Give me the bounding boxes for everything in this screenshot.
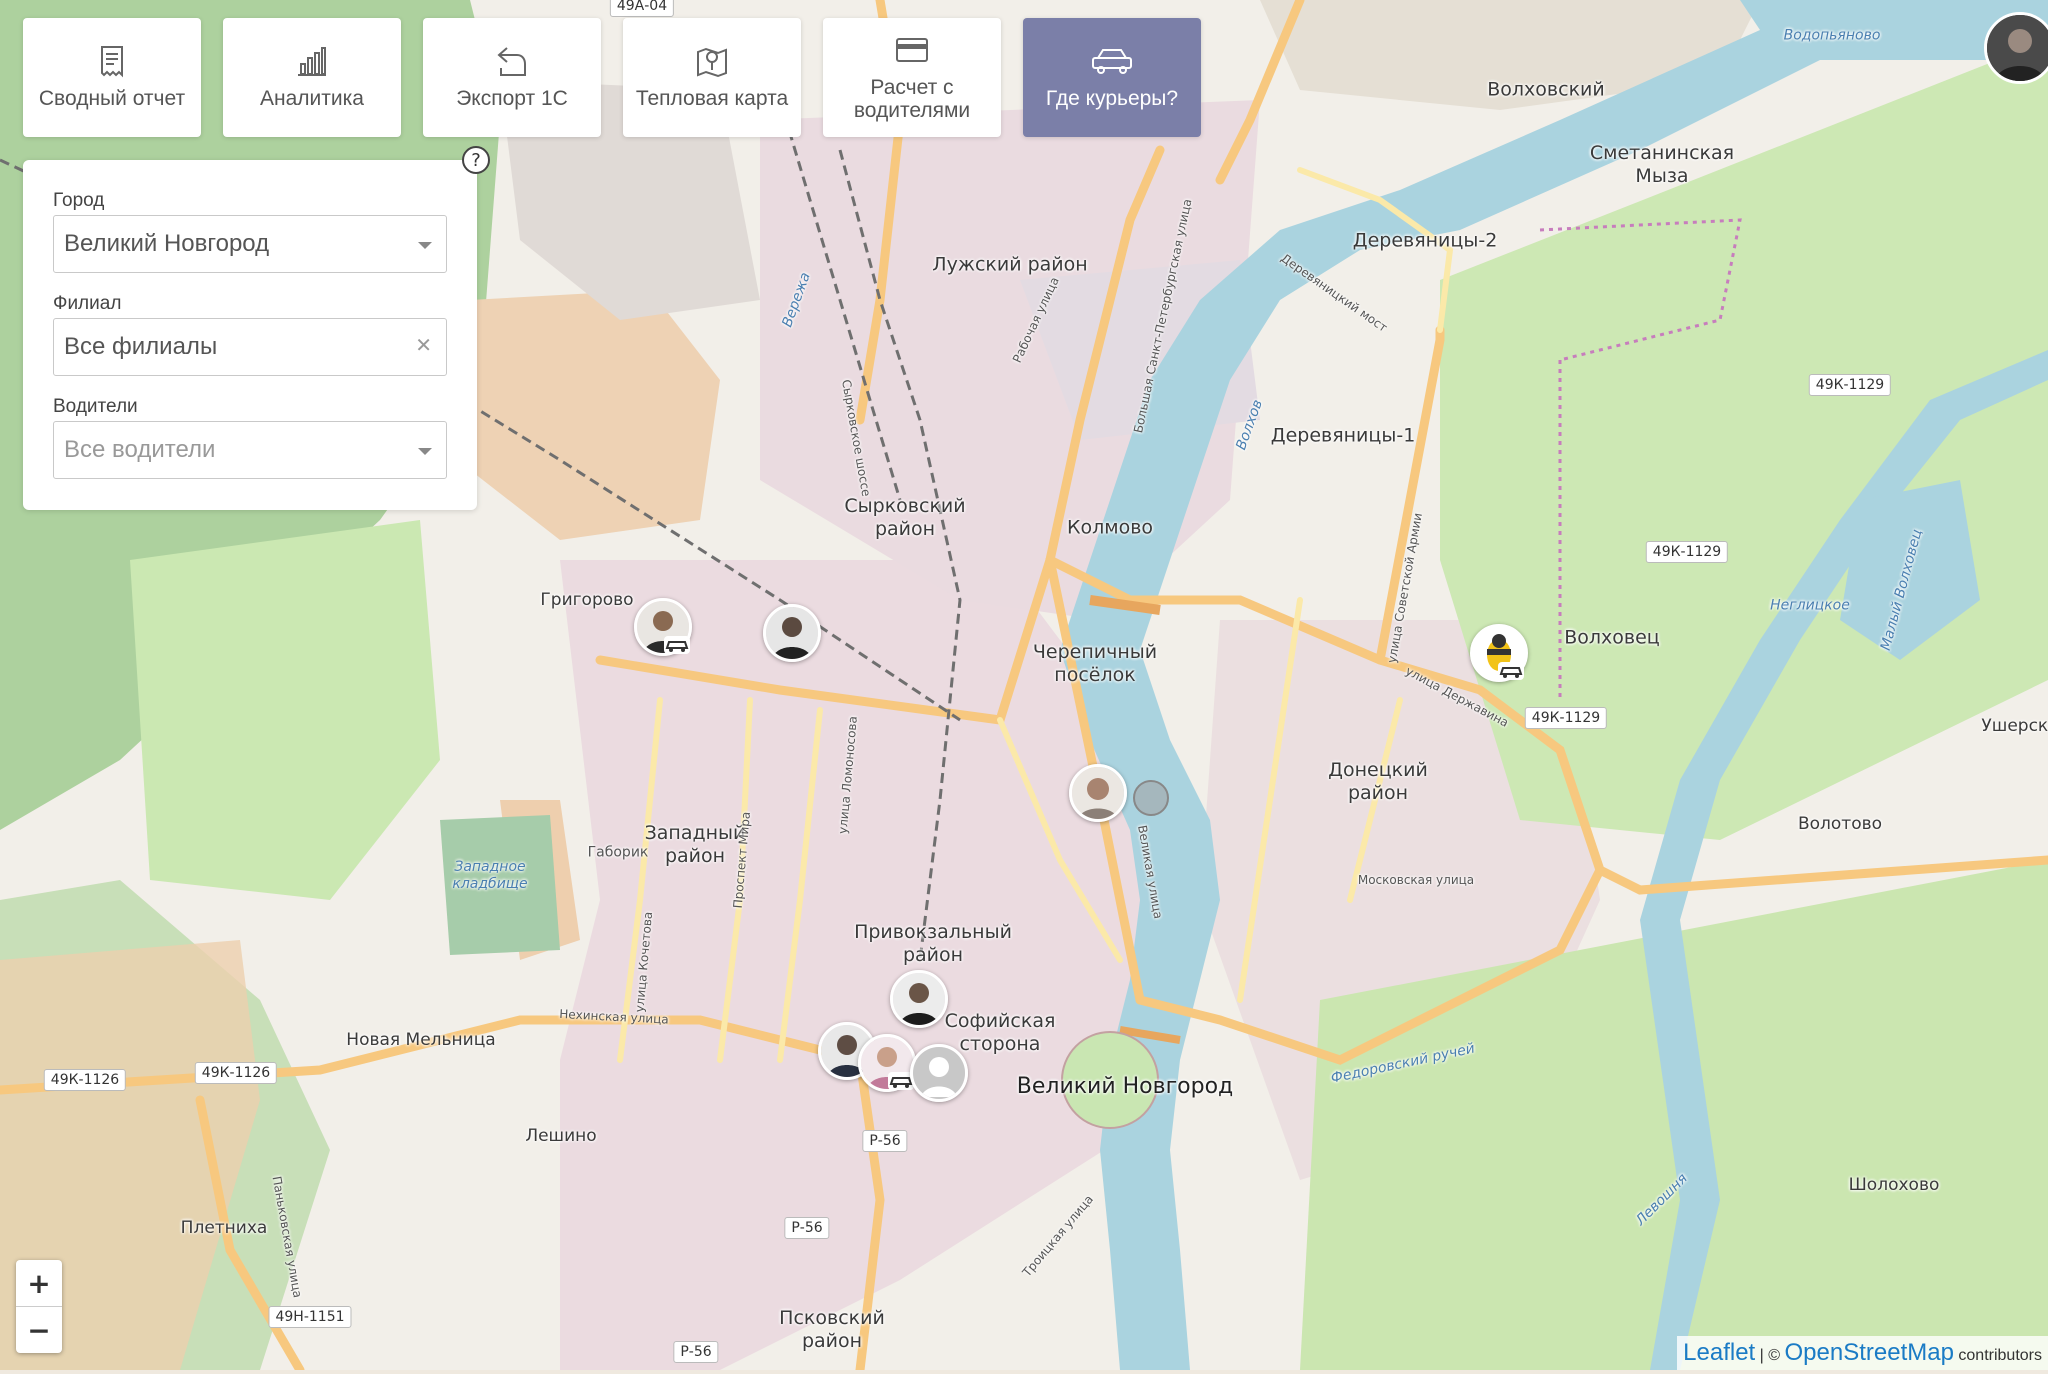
city-label: Город	[53, 190, 105, 211]
courier-marker[interactable]	[1069, 764, 1127, 822]
road-shield: 49Н-1151	[268, 1306, 352, 1328]
zoom-control: + −	[16, 1260, 62, 1353]
place-label: Шолохово	[1848, 1174, 1940, 1195]
button-label: Тепловая карта	[635, 87, 789, 111]
user-avatar[interactable]	[1984, 12, 2048, 84]
place-label: Новая Мельница	[346, 1029, 496, 1050]
place-label: Деревяницы-2	[1352, 229, 1498, 252]
place-label: Великий Новгород	[1016, 1073, 1234, 1099]
road-shield: 49К-1126	[43, 1069, 127, 1091]
button-label: Сводный отчет	[38, 87, 186, 111]
map-attribution: Leaflet | © OpenStreetMap contributors	[1677, 1336, 2048, 1370]
analytics-button[interactable]: Аналитика	[223, 18, 401, 137]
bar-chart-icon	[298, 47, 326, 77]
place-label: Привокзальный район	[854, 921, 1012, 966]
drivers-select[interactable]: Все водители	[53, 421, 447, 479]
road-shield: 49К-1126	[194, 1062, 278, 1084]
place-label: Сырковский район	[844, 495, 966, 540]
road-shield: 49К-1129	[1808, 374, 1892, 396]
chevron-down-icon	[418, 448, 432, 455]
driver-payments-button[interactable]: Расчет с водителями	[823, 18, 1001, 137]
leaflet-link[interactable]: Leaflet	[1683, 1339, 1755, 1366]
place-label: Неглицкое	[1770, 597, 1850, 614]
place-label: Водопьяново	[1783, 27, 1881, 44]
zoom-out-button[interactable]: −	[16, 1307, 62, 1353]
attribution-suffix: contributors	[1958, 1347, 2042, 1364]
place-label: Волховский	[1487, 78, 1605, 101]
place-label: Григорово	[540, 589, 634, 610]
place-label: Черепичный посёлок	[1032, 641, 1158, 686]
place-label: Западное кладбище	[452, 859, 528, 892]
road-shield: Р-56	[862, 1130, 908, 1152]
receipt-icon	[101, 46, 123, 78]
road-shield: 49К-1129	[1645, 541, 1729, 563]
export-icon	[497, 47, 526, 77]
place-label: Сметанинская Мыза	[1589, 142, 1735, 187]
export-1c-button[interactable]: Экспорт 1С	[423, 18, 601, 137]
road-shield: 49К-1129	[1524, 707, 1608, 729]
branch-select[interactable]: Все филиалы ✕	[53, 318, 447, 376]
button-label: Аналитика	[260, 87, 364, 111]
help-icon[interactable]: ?	[462, 146, 490, 174]
place-label: Плетниха	[180, 1217, 268, 1238]
car-icon	[664, 636, 690, 654]
city-select[interactable]: Великий Новгород	[53, 215, 447, 273]
city-value: Великий Новгород	[64, 230, 270, 257]
branch-label: Филиал	[53, 293, 122, 314]
report-toolbar: Сводный отчет Аналитика Экспорт 1С Тепло…	[23, 18, 1201, 137]
summary-report-button[interactable]: Сводный отчет	[23, 18, 201, 137]
place-label: Псковский район	[779, 1307, 885, 1352]
place-label: Волховец	[1564, 626, 1660, 649]
courier-marker-default[interactable]	[910, 1044, 968, 1102]
courier-marker[interactable]	[890, 970, 948, 1028]
branch-value: Все филиалы	[64, 333, 218, 360]
place-label: Волотово	[1797, 813, 1883, 834]
credit-card-icon	[896, 38, 928, 63]
place-label: Лужский район	[932, 253, 1088, 276]
drivers-placeholder: Все водители	[64, 436, 216, 463]
car-icon	[1092, 49, 1132, 75]
place-label: Габорик	[587, 844, 649, 861]
button-label: Расчет с водителями	[853, 76, 971, 122]
place-label: Ушерско	[1981, 715, 2048, 736]
where-couriers-button[interactable]: Где курьеры?	[1023, 18, 1201, 137]
place-label: Донецкий район	[1328, 759, 1428, 804]
drivers-label: Водители	[53, 396, 138, 417]
clear-icon[interactable]: ✕	[415, 333, 432, 357]
attribution-separator: | ©	[1759, 1347, 1781, 1364]
filter-panel: Город Великий Новгород Филиал Все филиал…	[23, 160, 477, 510]
road-shield: Р-56	[673, 1341, 719, 1363]
courier-marker[interactable]	[763, 604, 821, 662]
button-label: Экспорт 1С	[456, 87, 568, 111]
cluster-marker[interactable]	[1133, 780, 1169, 816]
place-label: Деревяницы-1	[1270, 424, 1416, 447]
heatmap-button[interactable]: Тепловая карта	[623, 18, 801, 137]
street-label: Московская улица	[1357, 872, 1475, 887]
zoom-in-button[interactable]: +	[16, 1260, 62, 1307]
chevron-down-icon	[418, 242, 432, 249]
road-shield: Р-56	[784, 1217, 830, 1239]
osm-link[interactable]: OpenStreetMap	[1785, 1339, 1954, 1366]
map-pin-icon	[697, 48, 727, 78]
place-label: Лешино	[525, 1125, 597, 1146]
place-label: Колмово	[1066, 516, 1154, 539]
road-shield: 49А-04	[609, 0, 675, 17]
button-label: Где курьеры?	[1045, 87, 1179, 111]
car-icon	[1498, 662, 1524, 680]
